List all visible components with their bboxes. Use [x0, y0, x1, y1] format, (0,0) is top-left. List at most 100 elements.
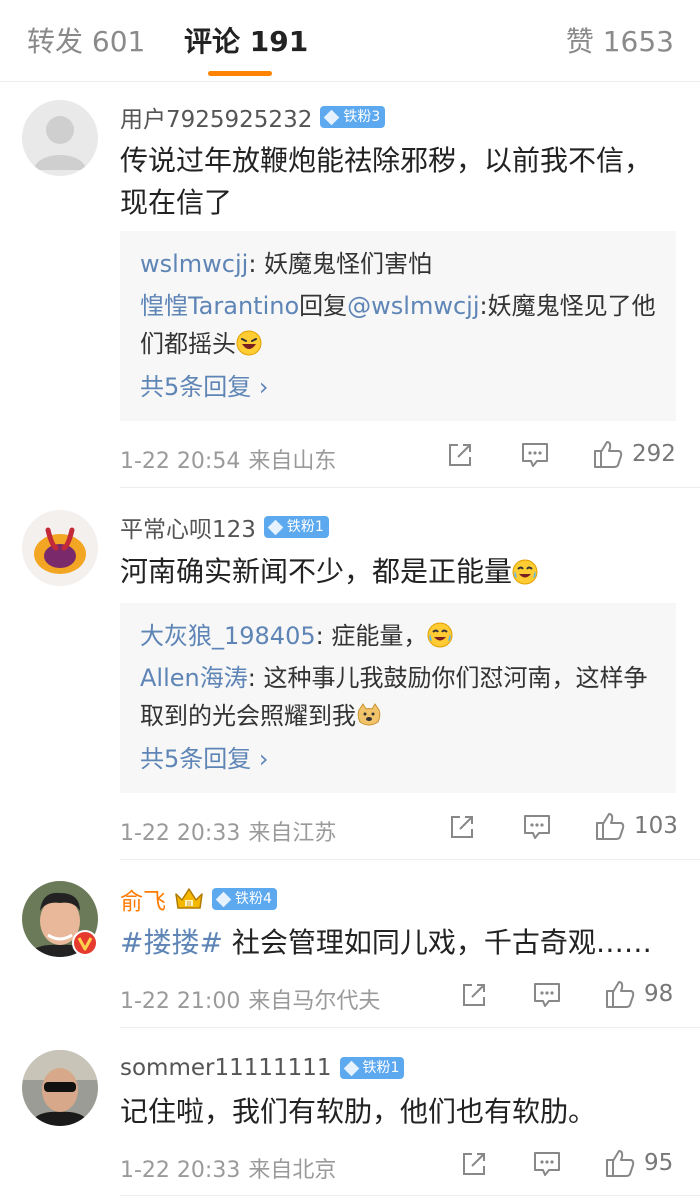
comment-meta: 1-22 21:00 来自马尔代夫	[120, 983, 380, 1015]
reply-author[interactable]: 惶惶Tarantino	[140, 292, 299, 320]
doge-emoji	[357, 703, 381, 726]
avatar[interactable]	[22, 100, 98, 176]
like-count: 103	[634, 813, 678, 839]
like-button[interactable]: 292	[592, 438, 676, 470]
comment-button[interactable]	[532, 1150, 562, 1178]
reply-line: Allen海涛: 这种事儿我鼓励你们怼河南，这样争取到的光会照耀到我	[140, 659, 656, 735]
comment-body: 社会管理如同儿戏，千古奇观……	[222, 926, 652, 959]
hashtag-link[interactable]: #搂搂#	[120, 926, 223, 959]
like-icon	[606, 981, 635, 1008]
badge-label: 铁粉1	[286, 519, 324, 535]
badge-label: 铁粉3	[343, 109, 381, 125]
comment-icon	[522, 443, 548, 467]
more-replies-link[interactable]: 共5条回复 ›	[140, 739, 656, 779]
comment-meta: 1-22 20:33 来自北京	[120, 1152, 336, 1184]
divider	[120, 487, 700, 488]
reply-sep: :	[247, 664, 264, 692]
share-button[interactable]	[460, 1150, 488, 1178]
reply-line: 惶惶Tarantino回复@wslmwcjj:妖魔鬼怪见了他们都摇头	[140, 287, 656, 363]
reply-text: 症能量，	[331, 622, 428, 650]
tab-repost[interactable]: 转发 601	[27, 22, 145, 62]
like-button[interactable]: 98	[604, 978, 673, 1010]
share-button[interactable]	[448, 813, 476, 841]
comment-text: 传说过年放鞭炮能祛除邪秽，以前我不信，现在信了	[120, 144, 653, 219]
comment-icon	[534, 1152, 560, 1176]
like-count: 98	[644, 981, 674, 1007]
like-button[interactable]: 103	[594, 810, 678, 842]
like-icon	[606, 1150, 635, 1177]
reply-line: wslmwcjj: 妖魔鬼怪们害怕	[140, 245, 656, 283]
like-button[interactable]: 95	[604, 1147, 673, 1179]
comment-time: 1-22 20:33	[120, 1158, 241, 1183]
comment-button[interactable]	[532, 981, 562, 1009]
comment-button[interactable]	[522, 813, 552, 841]
share-icon	[449, 444, 471, 466]
badge-label: 铁粉1	[362, 1060, 400, 1076]
comment-source: 来自江苏	[248, 821, 337, 846]
comment-time: 1-22 20:54	[120, 449, 241, 474]
avatar[interactable]	[22, 1050, 98, 1126]
comment-text: 河南确实新闻不少，都是正能量	[120, 551, 676, 593]
comment-text: #搂搂# 社会管理如同儿戏，千古奇观……	[120, 922, 676, 964]
reply-sep: :	[248, 250, 265, 278]
share-icon	[451, 816, 473, 838]
comment-tabs: 转发 601 评论 191 赞 1653	[0, 0, 700, 82]
divider	[120, 859, 700, 860]
reply-text: 妖魔鬼怪们害怕	[264, 250, 433, 278]
comment-button[interactable]	[520, 441, 550, 469]
reply-author[interactable]: 大灰狼_198405	[140, 622, 316, 650]
like-icon	[596, 813, 625, 840]
comment-body: 河南确实新闻不少，都是正能量	[120, 555, 513, 588]
tab-comments[interactable]: 评论 191	[184, 22, 308, 62]
reply-sep: :	[315, 622, 332, 650]
comment-time: 1-22 21:00	[120, 989, 241, 1014]
fan-badge: 铁粉1	[263, 516, 329, 538]
like-count: 292	[632, 441, 676, 467]
share-icon	[463, 1153, 485, 1175]
comment-meta: 1-22 20:33 来自江苏	[120, 815, 336, 847]
diamond-icon	[215, 891, 232, 907]
comment-meta: 1-22 20:54 来自山东	[120, 443, 336, 475]
reply-author[interactable]: Allen海涛	[140, 664, 248, 692]
share-icon	[463, 984, 485, 1006]
divider	[120, 1027, 700, 1028]
comment-source: 来自北京	[248, 1158, 337, 1183]
tab-likes[interactable]: 赞 1653	[566, 22, 674, 62]
share-button[interactable]	[460, 981, 488, 1009]
like-icon	[594, 441, 623, 468]
crying-laughing-emoji	[427, 622, 453, 648]
verified-icon	[72, 930, 98, 956]
reply-box[interactable]: 大灰狼_198405: 症能量， Allen海涛: 这种事儿我鼓励你们怼河南，这…	[120, 603, 676, 793]
fan-badge: 铁粉3	[320, 106, 386, 128]
reply-word: 回复	[299, 292, 348, 320]
username[interactable]: sommer11111111	[120, 1055, 332, 1081]
username[interactable]: 用户7925925232	[120, 100, 312, 134]
reply-author[interactable]: wslmwcjj	[140, 250, 248, 278]
active-tab-indicator	[208, 71, 272, 76]
reply-line: 大灰狼_198405: 症能量，	[140, 617, 656, 655]
reply-box[interactable]: wslmwcjj: 妖魔鬼怪们害怕 惶惶Tarantino回复@wslmwcjj…	[120, 231, 676, 421]
username[interactable]: 俞飞	[120, 882, 166, 916]
share-button[interactable]	[446, 441, 474, 469]
default-avatar-icon	[22, 100, 98, 176]
badge-label: 铁粉4	[235, 891, 272, 907]
username[interactable]: 平常心呗123	[120, 510, 256, 544]
user-avatar-icon	[22, 510, 98, 586]
crown-icon: II	[174, 886, 204, 912]
comment-source: 来自山东	[248, 449, 337, 474]
crying-laughing-emoji	[512, 559, 538, 585]
divider	[120, 1195, 700, 1196]
fan-badge: 铁粉1	[339, 1057, 405, 1079]
diamond-icon	[324, 109, 340, 125]
diamond-icon	[343, 1060, 359, 1076]
comment-icon	[524, 815, 550, 839]
reply-mention[interactable]: @wslmwcjj	[347, 292, 479, 320]
avatar[interactable]	[22, 510, 98, 586]
reply-sep: :	[479, 292, 488, 320]
more-replies-link[interactable]: 共5条回复 ›	[140, 367, 656, 407]
laughing-emoji	[236, 330, 262, 356]
svg-text:II: II	[187, 900, 191, 908]
comment-time: 1-22 20:33	[120, 821, 241, 846]
comment-text: 记住啦，我们有软肋，他们也有软肋。	[120, 1095, 597, 1128]
user-avatar-icon	[22, 1050, 98, 1126]
